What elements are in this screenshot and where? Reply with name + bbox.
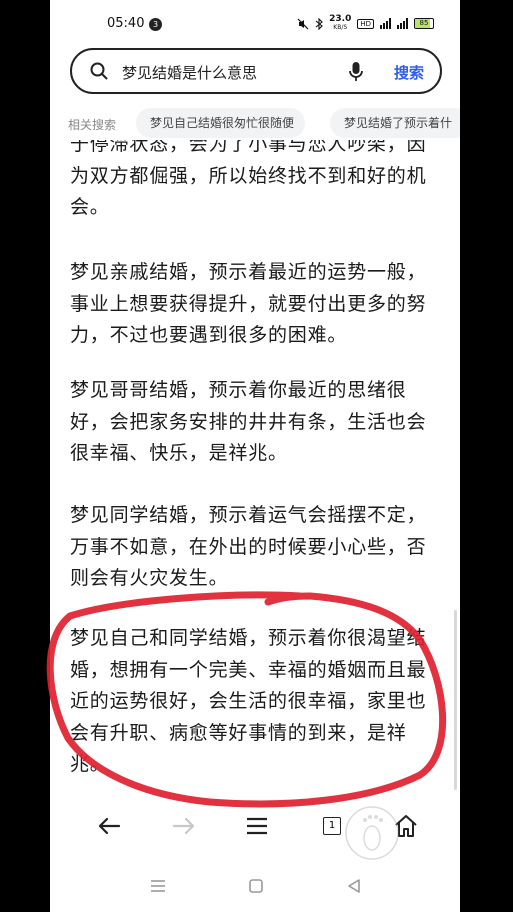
- search-icon: [90, 62, 108, 80]
- article-paragraph: 梦见自己和同学结婚，预示着你很渴望结婚，想拥有一个完美、幸福的婚姻而且最近的运势…: [70, 627, 427, 775]
- article-paragraph: 梦见哥哥结婚，预示着你最近的思绪很好，会把家务安排的井井有条，生活也会很幸福、快…: [70, 379, 427, 464]
- net-speed-value: 23.0: [329, 14, 352, 24]
- article-paragraph: 梦见同学结婚，预示着运气会摇摆不定，万事不如意，在外出的时候要小心些，否则会有火…: [70, 504, 427, 589]
- status-bar: 05:40 3 23.0 KB/S HD 85: [50, 0, 460, 44]
- net-speed: 23.0 KB/S: [329, 15, 351, 32]
- forward-arrow-icon[interactable]: [170, 812, 198, 840]
- related-chip[interactable]: 梦见自己结婚很匆忙很随便: [136, 108, 305, 138]
- menu-icon[interactable]: [243, 812, 271, 840]
- hd-badge: HD: [357, 18, 374, 29]
- net-speed-unit: KB/S: [333, 24, 348, 31]
- phone-screen: 05:40 3 23.0 KB/S HD 85 梦见结婚是什么意思 搜索 相关搜索…: [50, 0, 460, 912]
- system-home-icon[interactable]: [246, 876, 266, 896]
- bluetooth-icon: [315, 17, 323, 30]
- recent-apps-icon[interactable]: [148, 876, 168, 896]
- search-bar[interactable]: 梦见结婚是什么意思 搜索: [70, 48, 442, 94]
- signal-icon: [380, 18, 391, 29]
- related-label: 相关搜索: [68, 118, 117, 132]
- mute-icon: [297, 18, 309, 29]
- notification-badge: 3: [149, 18, 162, 31]
- microphone-icon[interactable]: [348, 61, 364, 83]
- status-icons: 23.0 KB/S HD 85: [297, 15, 434, 32]
- footprint-watermark-icon: [345, 806, 399, 860]
- scrollbar[interactable]: [454, 610, 457, 790]
- search-button[interactable]: 搜索: [394, 62, 424, 83]
- related-searches: 相关搜索 梦见自己结婚很匆忙很随便 梦见结婚了预示着什: [50, 108, 460, 140]
- battery-level: 85: [419, 19, 429, 27]
- status-time: 05:40: [107, 16, 145, 31]
- article-paragraph: 梦见亲戚结婚，预示着最近的运势一般，事业上想要获得提升，就要付出更多的努力，不过…: [70, 261, 427, 346]
- search-input[interactable]: 梦见结婚是什么意思: [122, 62, 257, 83]
- battery-icon: 85: [414, 18, 434, 29]
- article-paragraph: 于停滞状态，会为了小事与恋人吵架，因为双方都倔强，所以始终找不到和好的机会。: [70, 140, 427, 218]
- system-nav-bar: [50, 862, 460, 912]
- related-chip[interactable]: 梦见结婚了预示着什: [330, 108, 460, 138]
- system-back-icon[interactable]: [344, 876, 364, 896]
- signal-icon-2: [397, 18, 408, 29]
- back-arrow-icon[interactable]: [95, 812, 123, 840]
- article-content: 于停滞状态，会为了小事与恋人吵架，因为双方都倔强，所以始终找不到和好的机会。 梦…: [50, 140, 460, 800]
